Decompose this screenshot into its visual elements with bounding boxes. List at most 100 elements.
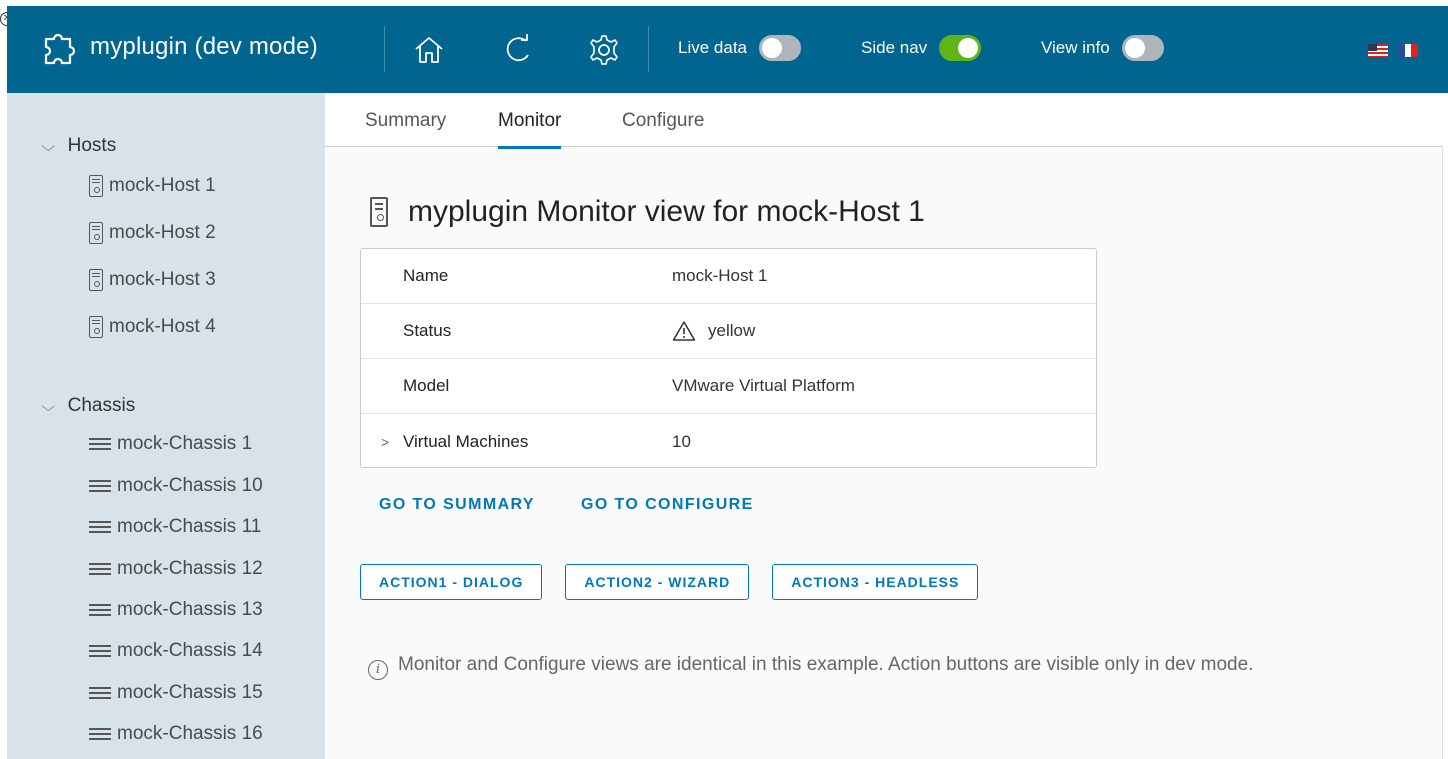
refresh-button[interactable] xyxy=(499,30,539,70)
tree-item-chassis[interactable]: mock-Chassis 1 xyxy=(89,433,252,455)
status-text: yellow xyxy=(708,321,756,340)
app-title: myplugin (dev mode) xyxy=(90,33,318,60)
details-row: Name mock-Host 1 xyxy=(361,249,1096,304)
tree-item-label: mock-Chassis 11 xyxy=(117,516,262,537)
tree-group-hosts[interactable]: ⌵ Hosts xyxy=(41,135,117,157)
tree-item-label: mock-Chassis 13 xyxy=(117,599,263,620)
tree-item-chassis[interactable]: mock-Chassis 11 xyxy=(89,516,261,538)
side-nav-toggle-group: Side nav xyxy=(861,35,982,61)
tab-monitor[interactable]: Monitor xyxy=(498,110,562,149)
tree-item-label: mock-Chassis 14 xyxy=(117,640,263,661)
fr-flag-icon[interactable] xyxy=(1398,44,1419,57)
tab-summary[interactable]: Summary xyxy=(365,110,446,146)
host-icon xyxy=(89,316,103,338)
details-key: Status xyxy=(403,321,452,340)
live-data-label: Live data xyxy=(678,38,747,57)
us-flag-icon[interactable] xyxy=(1368,44,1388,57)
side-nav-toggle[interactable] xyxy=(939,35,982,61)
brand: myplugin (dev mode) xyxy=(40,24,318,70)
tab-bar: Summary Monitor Configure xyxy=(325,93,1443,149)
host-icon xyxy=(370,197,388,227)
chassis-icon xyxy=(89,686,111,700)
tree-item-label: mock-Host 1 xyxy=(109,175,216,196)
side-nav: ⌵ Hosts mock-Host 1 mock-Host 2 mock-Hos… xyxy=(7,93,325,759)
tree-item-chassis[interactable]: mock-Chassis 12 xyxy=(89,558,263,580)
tree-item-label: mock-Chassis 12 xyxy=(117,558,263,579)
live-data-toggle-group: Live data xyxy=(678,35,801,61)
tree-item-chassis[interactable]: mock-Chassis 13 xyxy=(89,599,263,621)
header-divider xyxy=(648,26,649,72)
tree-item-chassis[interactable]: mock-Chassis 14 xyxy=(89,640,263,662)
tree-item-chassis[interactable]: mock-Chassis 16 xyxy=(89,723,263,745)
chassis-icon xyxy=(89,437,111,451)
view-info-label: View info xyxy=(1041,38,1110,57)
tree-group-chassis[interactable]: ⌵ Chassis xyxy=(41,395,136,417)
go-to-configure-link[interactable]: GO TO CONFIGURE xyxy=(581,496,754,514)
refresh-icon xyxy=(506,34,529,62)
puzzle-icon xyxy=(44,33,76,65)
tree-item-label: mock-Host 2 xyxy=(109,222,216,243)
live-data-toggle[interactable] xyxy=(759,35,801,61)
tree-item-label: mock-Chassis 1 xyxy=(117,433,253,454)
tree-item-chassis[interactable]: mock-Chassis 15 xyxy=(89,682,263,704)
chassis-icon xyxy=(89,562,111,576)
language-switcher xyxy=(1368,44,1419,57)
action2-wizard-button[interactable]: ACTION2 - WIZARD xyxy=(565,564,750,600)
details-row: Model VMware Virtual Platform xyxy=(361,359,1096,414)
tree-item-label: mock-Host 4 xyxy=(109,316,216,337)
chevron-down-icon[interactable]: ⌵ xyxy=(41,398,55,415)
info-text: Monitor and Configure views are identica… xyxy=(398,654,1254,675)
details-value: VMware Virtual Platform xyxy=(672,376,855,395)
action-buttons: ACTION1 - DIALOG ACTION2 - WIZARD ACTION… xyxy=(360,564,979,600)
warning-icon xyxy=(672,321,696,341)
tree-item-label: mock-Host 3 xyxy=(109,269,216,290)
host-icon xyxy=(89,175,103,197)
details-key: Model xyxy=(403,376,450,395)
tree-item-host[interactable]: mock-Host 3 xyxy=(89,269,216,291)
page-title-text: myplugin Monitor view for mock-Host 1 xyxy=(408,195,925,228)
details-row: > Virtual Machines 10 xyxy=(361,414,1096,469)
toggle-knob xyxy=(762,38,782,58)
page-title: myplugin Monitor view for mock-Host 1 xyxy=(370,195,925,229)
host-icon xyxy=(89,269,103,291)
tree-item-label: mock-Chassis 15 xyxy=(117,682,263,703)
tree-group-label: Chassis xyxy=(67,395,136,416)
details-value: 10 xyxy=(672,431,691,451)
chevron-down-icon[interactable]: ⌵ xyxy=(41,138,55,155)
side-nav-label: Side nav xyxy=(861,38,928,57)
view-info-toggle-group: View info xyxy=(1041,35,1164,61)
settings-button[interactable] xyxy=(584,30,624,70)
nav-links: GO TO SUMMARY GO TO CONFIGURE xyxy=(379,496,754,514)
info-icon: i xyxy=(368,660,388,680)
details-key: Virtual Machines xyxy=(403,431,529,451)
tree-item-host[interactable]: mock-Host 4 xyxy=(89,316,216,338)
chassis-icon xyxy=(89,727,111,741)
tree-item-chassis[interactable]: mock-Chassis 10 xyxy=(89,475,263,497)
header-divider xyxy=(384,26,385,72)
main-content: Summary Monitor Configure myplugin Monit… xyxy=(325,93,1443,759)
chevron-right-icon[interactable]: > xyxy=(381,434,389,450)
details-row: Status yellow xyxy=(361,304,1096,359)
details-grid: Name mock-Host 1 Status yellow Model VMw… xyxy=(360,248,1097,468)
view-info-toggle[interactable] xyxy=(1121,35,1164,61)
details-value: mock-Host 1 xyxy=(672,266,768,285)
info-note: i Monitor and Configure views are identic… xyxy=(360,646,1360,683)
chassis-icon xyxy=(89,603,111,617)
toggle-knob xyxy=(958,38,979,58)
action1-dialog-button[interactable]: ACTION1 - DIALOG xyxy=(360,564,543,600)
details-key: Name xyxy=(403,266,449,285)
tree-group-label: Hosts xyxy=(67,135,117,156)
tab-configure[interactable]: Configure xyxy=(622,110,704,146)
gear-icon xyxy=(590,35,618,65)
chassis-icon xyxy=(89,644,111,658)
app-header: myplugin (dev mode) Live data Side nav V… xyxy=(7,6,1448,93)
home-button[interactable] xyxy=(409,30,449,70)
tree-item-host[interactable]: mock-Host 1 xyxy=(89,175,216,197)
host-icon xyxy=(89,222,103,244)
home-icon xyxy=(415,37,443,63)
chassis-icon xyxy=(89,479,111,493)
details-value-status: yellow xyxy=(672,320,755,342)
action3-headless-button[interactable]: ACTION3 - HEADLESS xyxy=(772,564,979,600)
go-to-summary-link[interactable]: GO TO SUMMARY xyxy=(379,496,535,514)
tree-item-host[interactable]: mock-Host 2 xyxy=(89,222,216,244)
